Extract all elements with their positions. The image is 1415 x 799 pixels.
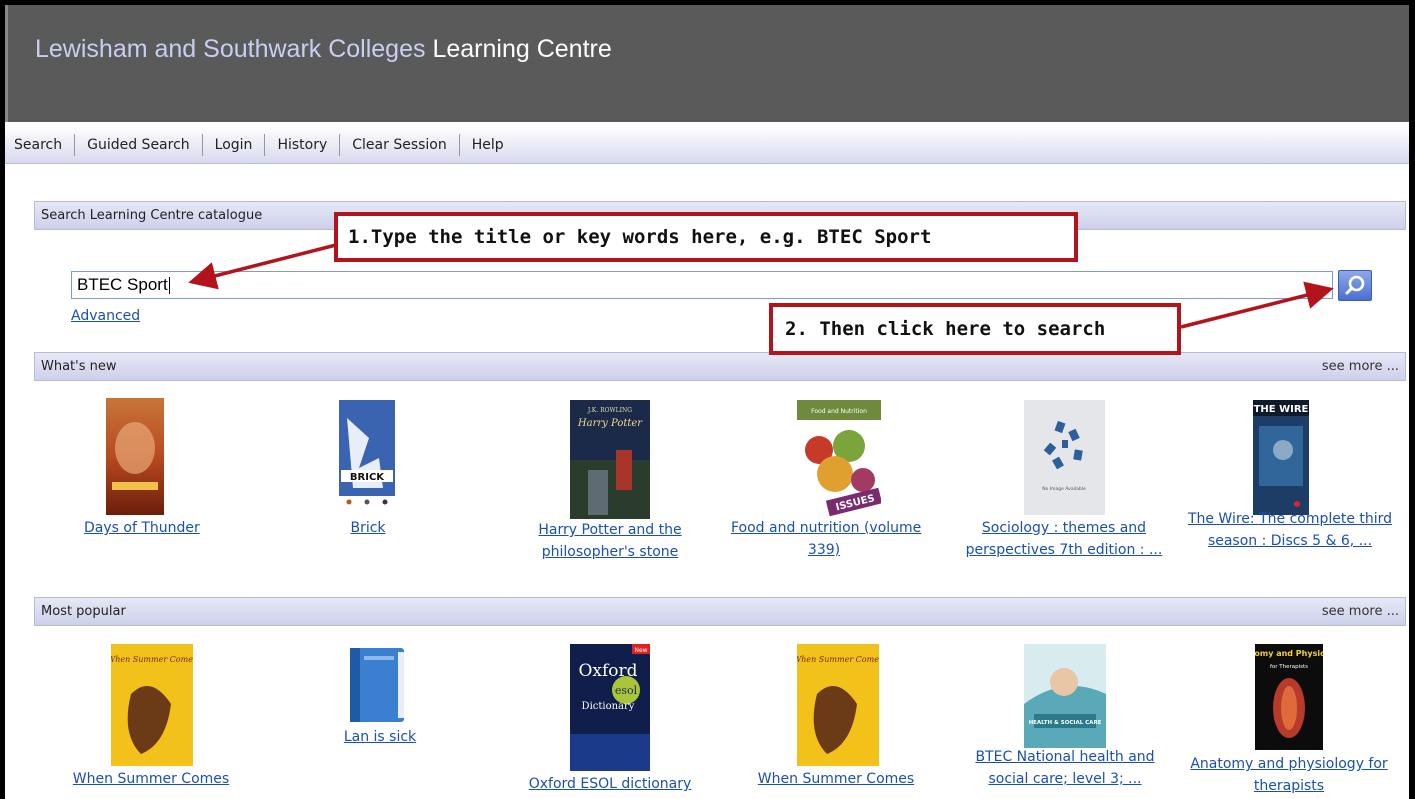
harry-title-text: Harry Potter xyxy=(577,418,643,429)
site-title-prefix: Lewisham and Southwark Colleges xyxy=(35,35,426,63)
cover-when-summer-comes[interactable]: When Summer Comes xyxy=(111,644,193,766)
nav-history[interactable]: History xyxy=(265,133,341,156)
summer-cover-text: When Summer Comes xyxy=(111,655,193,664)
text-caret xyxy=(168,276,170,294)
cover-generic-book[interactable] xyxy=(342,644,412,728)
item-caption[interactable]: Sociology : themes and perspectives 7th e… xyxy=(956,517,1172,561)
magnifier-icon xyxy=(1345,275,1365,295)
cover-the-wire[interactable]: THE WIRE xyxy=(1253,400,1309,515)
whats-new-see-more[interactable]: see more ... xyxy=(1322,359,1399,374)
item-caption[interactable]: Anatomy and physiology for therapists xyxy=(1185,753,1393,797)
item-caption[interactable]: Harry Potter and the philosopher's stone xyxy=(525,519,695,563)
brick-cover-text: BRICK xyxy=(350,472,385,483)
whats-new-header: What's new see more ... xyxy=(34,352,1406,381)
search-input-value: BTEC Sport xyxy=(77,275,168,294)
cover-brick[interactable]: BRICK xyxy=(339,398,395,515)
cover-anatomy[interactable]: Anatomy and Physiology for Therapists xyxy=(1255,644,1323,750)
no-image-text: No Image Available xyxy=(1042,486,1086,492)
food-cover-title: Food and Nutrition xyxy=(811,408,867,415)
esol-cover-text: esol xyxy=(615,684,638,697)
cover-food-and-nutrition[interactable]: Food and Nutrition ISSUES xyxy=(797,400,881,517)
item-caption[interactable]: When Summer Comes xyxy=(750,768,922,790)
most-popular-header: Most popular see more ... xyxy=(34,597,1406,626)
main-nav: Search Guided Search Login History Clear… xyxy=(5,126,1409,164)
summer-cover-text: When Summer Comes xyxy=(797,655,879,664)
nav-login[interactable]: Login xyxy=(203,133,266,156)
item-caption[interactable]: Days of Thunder xyxy=(84,517,200,539)
cover-no-image[interactable]: No Image Available xyxy=(1024,400,1105,515)
search-input[interactable]: BTEC Sport xyxy=(71,271,1333,299)
nav-help[interactable]: Help xyxy=(460,134,516,156)
anatomy-cover-text: Anatomy and Physiology xyxy=(1255,649,1323,658)
item-caption[interactable]: Oxford ESOL dictionary xyxy=(517,773,703,795)
search-panel-title: Search Learning Centre catalogue xyxy=(41,208,263,223)
instruction-callout-2: 2. Then click here to search xyxy=(769,303,1181,355)
cover-oxford-esol[interactable]: New Oxford esol Dictionary xyxy=(570,644,650,771)
advanced-search-link[interactable]: Advanced xyxy=(71,308,140,324)
nav-guided-search[interactable]: Guided Search xyxy=(75,133,203,156)
nav-clear-session[interactable]: Clear Session xyxy=(340,133,460,156)
cover-btec-health[interactable]: HEALTH & SOCIAL CARE xyxy=(1024,644,1106,748)
item-caption[interactable]: The Wire: The complete third season : Dis… xyxy=(1180,508,1400,552)
nav-search[interactable]: Search xyxy=(5,133,76,156)
item-caption[interactable]: When Summer Comes xyxy=(65,768,237,790)
dictionary-cover-text: Dictionary xyxy=(582,701,635,712)
site-header: Lewisham and Southwark Colleges Learning… xyxy=(5,5,1409,122)
item-caption[interactable]: Brick xyxy=(338,517,398,539)
wire-cover-text: THE WIRE xyxy=(1254,404,1309,415)
instruction-callout-1: 1.Type the title or key words here, e.g.… xyxy=(334,212,1078,262)
site-title-suffix: Learning Centre xyxy=(432,35,612,63)
callout-arrows xyxy=(188,243,1334,329)
whats-new-title: What's new xyxy=(41,359,117,374)
most-popular-see-more[interactable]: see more ... xyxy=(1322,604,1399,619)
search-button[interactable] xyxy=(1338,270,1372,301)
cover-days-of-thunder[interactable] xyxy=(106,398,164,515)
item-caption[interactable]: Lan is sick xyxy=(335,726,425,748)
new-badge-text: New xyxy=(634,647,647,654)
site-title: Lewisham and Southwark Colleges Learning… xyxy=(35,35,612,64)
most-popular-title: Most popular xyxy=(41,604,126,619)
cover-harry-potter[interactable]: J.K. ROWLING Harry Potter xyxy=(570,400,650,519)
harry-author-text: J.K. ROWLING xyxy=(587,407,632,414)
health-cover-text: HEALTH & SOCIAL CARE xyxy=(1029,720,1102,726)
item-caption[interactable]: Food and nutrition (volume 339) xyxy=(731,517,921,561)
app-frame: Lewisham and Southwark Colleges Learning… xyxy=(0,0,1415,799)
anatomy-sub-text: for Therapists xyxy=(1270,664,1308,670)
item-caption[interactable]: BTEC National health and social care; lev… xyxy=(965,746,1165,790)
cover-when-summer-comes[interactable]: When Summer Comes xyxy=(797,644,879,766)
